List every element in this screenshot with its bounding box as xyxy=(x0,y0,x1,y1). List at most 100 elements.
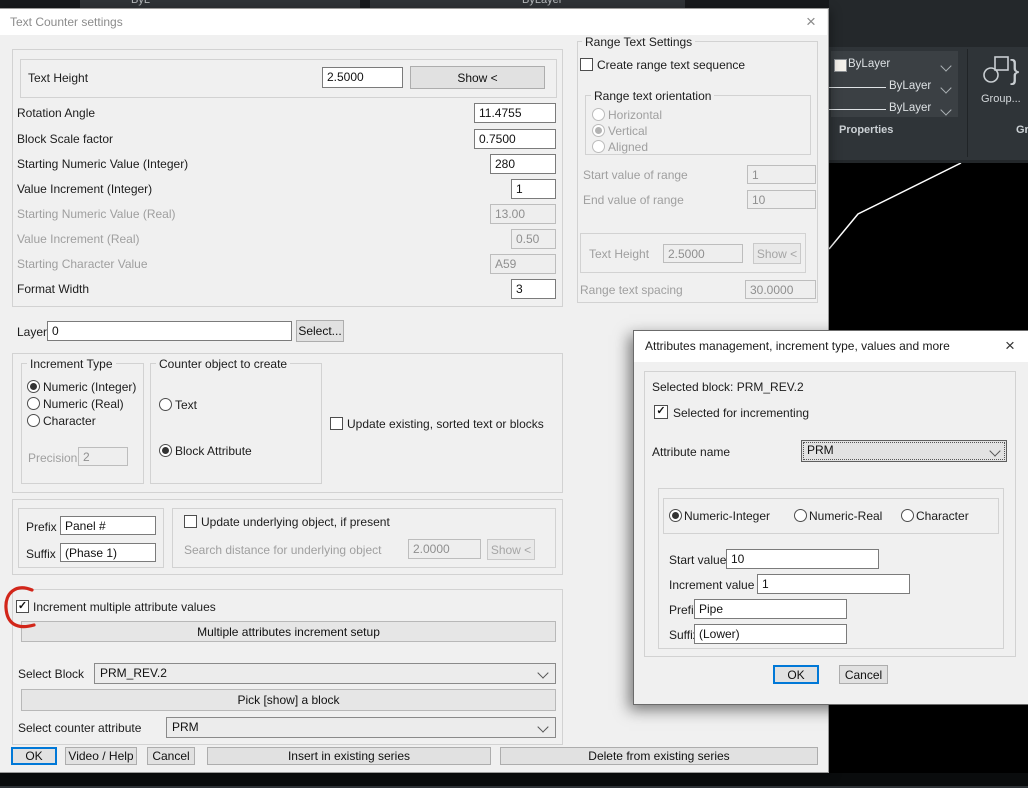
cancel-button[interactable]: Cancel xyxy=(147,747,195,765)
attributes-management-dialog: Attributes management, increment type, v… xyxy=(633,330,1028,705)
ribbon-top-band xyxy=(80,0,360,8)
attr-suffix-input[interactable]: (Lower) xyxy=(694,624,847,644)
radio-horizontal[interactable] xyxy=(592,108,605,121)
suffix-input[interactable]: (Phase 1) xyxy=(60,543,156,562)
layer-select-button[interactable]: Select... xyxy=(296,320,344,342)
block-scale-input[interactable]: 0.7500 xyxy=(474,129,556,149)
radio-numeric-real[interactable] xyxy=(27,397,40,410)
range-start-input[interactable]: 1 xyxy=(747,165,816,184)
radio-character[interactable] xyxy=(27,414,40,427)
range-start-label: Start value of range xyxy=(583,168,688,182)
layer-label: Layer xyxy=(17,325,47,339)
radio-aligned-label: Aligned xyxy=(608,140,648,154)
text-height-show-button[interactable]: Show < xyxy=(410,66,545,89)
text-height-input[interactable]: 2.5000 xyxy=(322,67,403,88)
chevron-down-icon[interactable] xyxy=(940,104,951,115)
attribute-name-dropdown[interactable]: PRM xyxy=(801,440,1007,462)
incr-real-label: Value Increment (Real) xyxy=(17,232,140,246)
ribbon-right: ByLayer ByLayer ByLayer Properties } Gro… xyxy=(829,0,1028,163)
attr-cancel-button[interactable]: Cancel xyxy=(839,665,888,684)
rotation-angle-input[interactable]: 11.4755 xyxy=(474,103,556,123)
prefix-input[interactable]: Panel # xyxy=(60,516,156,535)
select-counter-attr-label: Select counter attribute xyxy=(18,721,141,735)
svg-text:}: } xyxy=(1010,54,1019,85)
chevron-down-icon[interactable] xyxy=(940,60,951,71)
selected-for-incrementing-checkbox[interactable]: ✓ xyxy=(654,405,668,419)
close-icon[interactable]: × xyxy=(1005,337,1015,354)
bottom-strip xyxy=(0,773,1028,788)
ok-button[interactable]: OK xyxy=(11,747,57,765)
start-value-input[interactable]: 10 xyxy=(726,549,879,569)
counter-object-box xyxy=(150,363,322,484)
incr-real-input[interactable]: 0.50 xyxy=(511,229,556,249)
range-text-height-input[interactable]: 2.5000 xyxy=(663,244,743,263)
layer-input[interactable]: 0 xyxy=(47,321,292,341)
insert-series-button[interactable]: Insert in existing series xyxy=(207,747,491,765)
update-underlying-label: Update underlying object, if present xyxy=(201,515,390,529)
object-color-dropdown[interactable]: ByLayer xyxy=(848,58,890,70)
radio-numeric-integer-label: Numeric (Integer) xyxy=(43,380,136,394)
group-button[interactable]: } Group... xyxy=(975,49,1028,119)
create-range-label: Create range text sequence xyxy=(597,58,745,72)
update-underlying-checkbox[interactable] xyxy=(184,515,197,528)
group-button-label: Group... xyxy=(981,93,1021,105)
prefix-label: Prefix xyxy=(26,520,57,534)
start-real-input[interactable]: 13.00 xyxy=(490,204,556,224)
linetype-dropdown[interactable]: ByLayer xyxy=(889,102,931,114)
format-width-input[interactable]: 3 xyxy=(511,279,556,299)
multi-setup-button[interactable]: Multiple attributes increment setup xyxy=(21,621,556,642)
attribute-name-value: PRM xyxy=(807,443,834,457)
radio-numeric-integer[interactable] xyxy=(27,380,40,393)
radio-block-attribute-label: Block Attribute xyxy=(175,444,252,458)
radio-numeric-integer[interactable] xyxy=(669,509,682,522)
close-icon[interactable]: × xyxy=(806,13,816,30)
start-char-label: Starting Character Value xyxy=(17,257,148,271)
radio-vertical-label: Vertical xyxy=(608,124,647,138)
search-distance-input[interactable]: 2.0000 xyxy=(408,539,481,559)
dialog-titlebar: Text Counter settings × xyxy=(0,9,827,35)
radio-text-label: Text xyxy=(175,398,197,412)
start-int-input[interactable]: 280 xyxy=(490,154,556,174)
search-distance-label: Search distance for underlying object xyxy=(184,543,381,557)
incr-int-input[interactable]: 1 xyxy=(511,179,556,199)
pick-block-button[interactable]: Pick [show] a block xyxy=(21,689,556,711)
range-end-input[interactable]: 10 xyxy=(747,190,816,209)
dialog-titlebar: Attributes management, increment type, v… xyxy=(634,331,1028,362)
attr-ok-button[interactable]: OK xyxy=(773,665,819,684)
text-height-label: Text Height xyxy=(28,71,88,85)
radio-vertical[interactable] xyxy=(592,124,605,137)
select-counter-attr-dropdown[interactable]: PRM xyxy=(166,717,556,738)
attr-prefix-input[interactable]: Pipe xyxy=(694,599,847,619)
start-char-input[interactable]: A59 xyxy=(490,254,556,274)
chevron-down-icon xyxy=(537,721,548,732)
radio-character-label: Character xyxy=(43,414,96,428)
incr-int-label: Value Increment (Integer) xyxy=(17,182,152,196)
chevron-down-icon xyxy=(989,445,1000,456)
radio-numeric-integer-label: Numeric-Integer xyxy=(684,509,770,523)
radio-numeric-real[interactable] xyxy=(794,509,807,522)
radio-block-attribute[interactable] xyxy=(159,444,172,457)
counter-object-legend: Counter object to create xyxy=(156,357,290,371)
video-help-button[interactable]: Video / Help xyxy=(65,747,137,765)
select-block-dropdown[interactable]: PRM_REV.2 xyxy=(94,663,556,684)
radio-character[interactable] xyxy=(901,509,914,522)
precision-input[interactable]: 2 xyxy=(78,447,128,466)
lineweight-dropdown[interactable]: ByLayer xyxy=(889,80,931,92)
radio-aligned[interactable] xyxy=(592,140,605,153)
range-spacing-input[interactable]: 30.0000 xyxy=(745,280,816,299)
update-existing-label: Update existing, sorted text or blocks xyxy=(347,417,544,431)
radio-text[interactable] xyxy=(159,398,172,411)
increment-value-input[interactable]: 1 xyxy=(757,574,910,594)
chevron-down-icon[interactable] xyxy=(940,82,951,93)
create-range-checkbox[interactable] xyxy=(580,58,593,71)
delete-series-button[interactable]: Delete from existing series xyxy=(500,747,818,765)
lineweight-line-icon xyxy=(829,87,886,88)
update-existing-checkbox[interactable] xyxy=(330,417,343,430)
start-value-label: Start value xyxy=(669,553,726,567)
range-show-button[interactable]: Show < xyxy=(753,243,801,264)
color-swatch[interactable] xyxy=(834,59,847,72)
group-icon: } xyxy=(980,51,1024,87)
properties-controls: ByLayer ByLayer ByLayer xyxy=(831,51,958,117)
search-show-button[interactable]: Show < xyxy=(487,539,535,560)
dialog-title: Attributes management, increment type, v… xyxy=(645,339,950,353)
